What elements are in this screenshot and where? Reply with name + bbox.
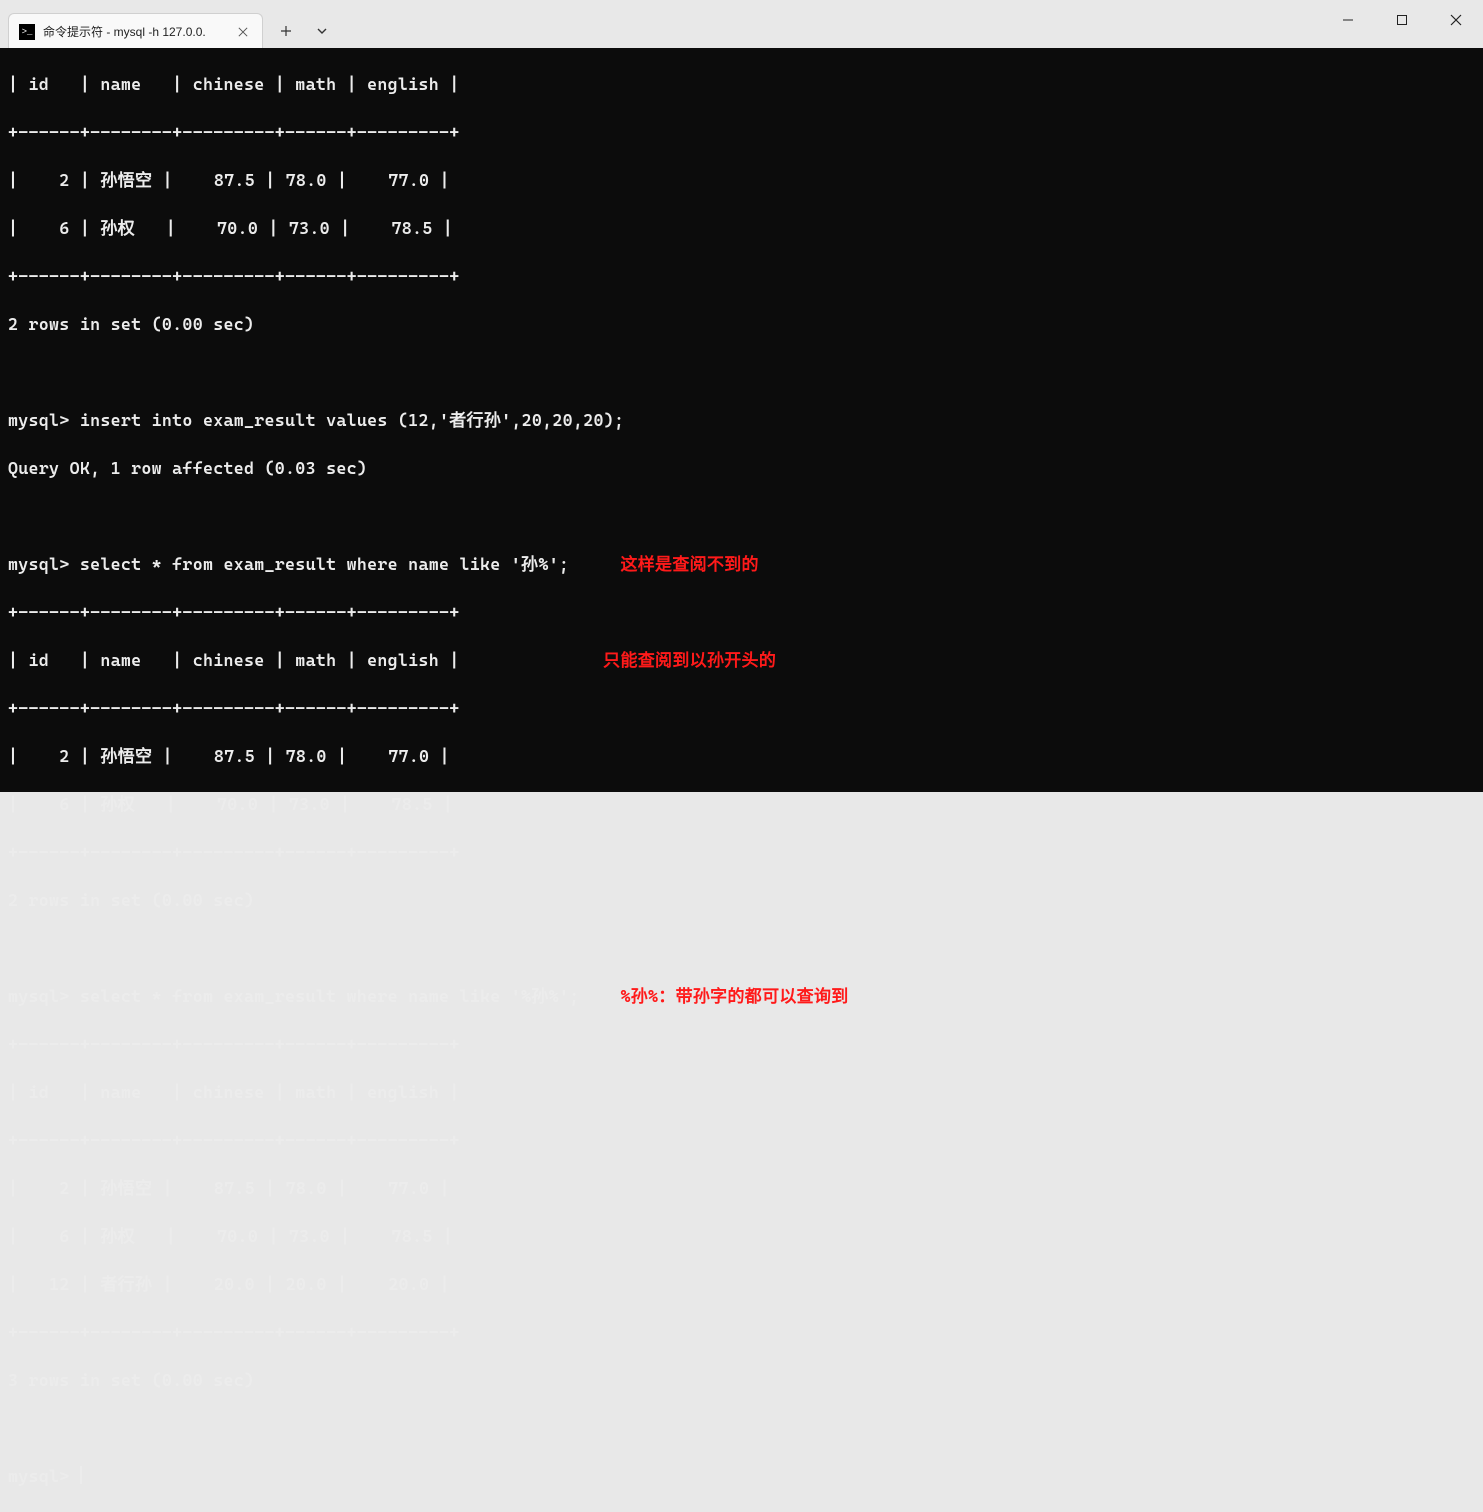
close-icon [1450, 14, 1462, 26]
window-controls [1321, 0, 1483, 40]
table-row: | 2 | 孙悟空 | 87.5 | 78.0 | 77.0 | [8, 168, 1475, 192]
table-sep: +------+--------+---------+------+------… [8, 600, 1475, 624]
chevron-down-icon [316, 25, 328, 37]
minimize-button[interactable] [1321, 0, 1375, 40]
table-sep: +------+--------+---------+------+------… [8, 264, 1475, 288]
annotation: 这样是查阅不到的 [620, 554, 758, 574]
prompt: mysql> [8, 554, 80, 574]
table-sep: +------+--------+---------+------+------… [8, 1032, 1475, 1056]
table-sep: +------+--------+---------+------+------… [8, 1128, 1475, 1152]
cmd-line: mysql> insert into exam_result values (1… [8, 408, 1475, 432]
blank-line [8, 1416, 1475, 1440]
cmd-line: mysql> select * from exam_result where n… [8, 552, 1475, 576]
table-row: | 6 | 孙权 | 70.0 | 73.0 | 78.5 | [8, 792, 1475, 816]
tab-dropdown-button[interactable] [305, 14, 339, 48]
table-sep: +------+--------+---------+------+------… [8, 696, 1475, 720]
blank-line [8, 936, 1475, 960]
tab-close-button[interactable] [234, 23, 252, 41]
maximize-icon [1396, 14, 1408, 26]
minimize-icon [1342, 14, 1354, 26]
tab-title: 命令提示符 - mysql -h 127.0.0. [43, 23, 226, 40]
annotation: %孙%：带孙字的都可以查询到 [620, 986, 848, 1006]
sql-insert: insert into exam_result values (12,'者行孙'… [80, 410, 624, 430]
table-header: | id | name | chinese | math | english | [8, 650, 459, 670]
table-sep: +------+--------+---------+------+------… [8, 1320, 1475, 1344]
annotation: 只能查阅到以孙开头的 [603, 650, 776, 670]
prompt: mysql> [8, 410, 80, 430]
table-sep: +------+--------+---------+------+------… [8, 120, 1475, 144]
table-row: | 2 | 孙悟空 | 87.5 | 78.0 | 77.0 | [8, 744, 1475, 768]
tab-cmd[interactable]: >_ 命令提示符 - mysql -h 127.0.0. [8, 13, 263, 49]
blank-line [8, 504, 1475, 528]
annotated-header: | id | name | chinese | math | english |… [8, 648, 1475, 672]
new-tab-button[interactable] [269, 14, 303, 48]
result-summary: 2 rows in set (0.00 sec) [8, 888, 1475, 912]
result-summary: 2 rows in set (0.00 sec) [8, 312, 1475, 336]
result-summary: 3 rows in set (0.00 sec) [8, 1368, 1475, 1392]
maximize-button[interactable] [1375, 0, 1429, 40]
close-window-button[interactable] [1429, 0, 1483, 40]
cmd-icon: >_ [19, 24, 35, 40]
prompt: mysql> [8, 986, 80, 1006]
plus-icon [280, 25, 292, 37]
close-icon [238, 27, 248, 37]
query-ok: Query OK, 1 row affected (0.03 sec) [8, 456, 1475, 480]
prompt: mysql> [8, 1466, 80, 1486]
table-header: | id | name | chinese | math | english | [8, 1080, 1475, 1104]
sql-select: select * from exam_result where name lik… [80, 986, 580, 1006]
cmd-line: mysql> [8, 1464, 1475, 1488]
cursor [80, 1466, 82, 1484]
table-row: | 6 | 孙权 | 70.0 | 73.0 | 78.5 | [8, 216, 1475, 240]
table-row: | 12 | 者行孙 | 20.0 | 20.0 | 20.0 | [8, 1272, 1475, 1296]
table-row: | 2 | 孙悟空 | 87.5 | 78.0 | 77.0 | [8, 1176, 1475, 1200]
table-header: | id | name | chinese | math | english | [8, 72, 1475, 96]
tabs-area: >_ 命令提示符 - mysql -h 127.0.0. [0, 0, 339, 48]
title-bar: >_ 命令提示符 - mysql -h 127.0.0. [0, 0, 1483, 48]
table-sep: +------+--------+---------+------+------… [8, 840, 1475, 864]
table-row: | 6 | 孙权 | 70.0 | 73.0 | 78.5 | [8, 1224, 1475, 1248]
sql-select: select * from exam_result where name lik… [80, 554, 569, 574]
terminal-area[interactable]: | id | name | chinese | math | english |… [0, 48, 1483, 792]
blank-line [8, 360, 1475, 384]
cmd-line: mysql> select * from exam_result where n… [8, 984, 1475, 1008]
